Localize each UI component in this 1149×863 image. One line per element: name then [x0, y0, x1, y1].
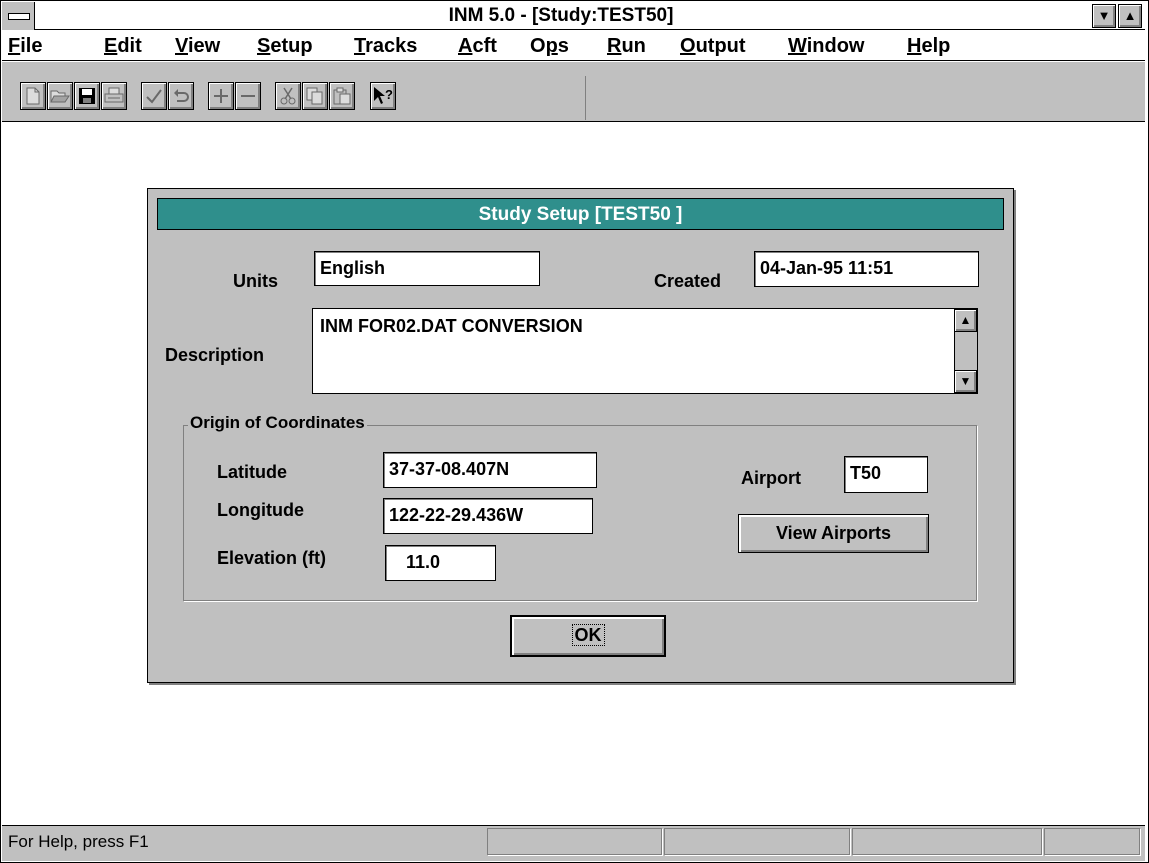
- status-text: For Help, press F1: [8, 832, 149, 851]
- save-icon[interactable]: [74, 82, 100, 110]
- window-title: INM 5.0 - [Study:TEST50]: [448, 5, 674, 26]
- created-label: Created: [654, 271, 722, 291]
- origin-group-label: Origin of Coordinates: [188, 413, 367, 433]
- paste-icon[interactable]: [329, 82, 355, 110]
- toolbar-divider: [585, 76, 586, 120]
- latitude-label: Latitude: [217, 462, 287, 482]
- undo-icon[interactable]: [168, 82, 194, 110]
- longitude-field[interactable]: 122-22-29.436W: [383, 498, 593, 534]
- scroll-down-icon[interactable]: ▼: [954, 370, 977, 393]
- menu-ops[interactable]: Ops: [530, 33, 569, 59]
- longitude-label: Longitude: [217, 500, 304, 520]
- status-panel: [852, 828, 1042, 855]
- elevation-field[interactable]: 11.0: [385, 545, 496, 581]
- elevation-label: Elevation (ft): [217, 548, 327, 568]
- menu-output[interactable]: Output: [680, 33, 746, 59]
- scroll-up-icon[interactable]: ▲: [954, 309, 977, 332]
- ok-button-label: OK: [571, 624, 605, 646]
- menu-view[interactable]: View: [175, 33, 220, 59]
- print-icon[interactable]: [101, 82, 127, 110]
- copy-icon[interactable]: [302, 82, 328, 110]
- cut-icon[interactable]: [275, 82, 301, 110]
- airport-field[interactable]: T50: [844, 456, 928, 493]
- menu-edit[interactable]: Edit: [104, 33, 142, 59]
- units-field[interactable]: English: [314, 251, 540, 286]
- units-label: Units: [233, 271, 278, 291]
- airport-label: Airport: [741, 468, 801, 488]
- created-field[interactable]: 04-Jan-95 11:51: [754, 251, 979, 287]
- menu-tracks[interactable]: Tracks: [354, 33, 417, 59]
- status-panel: [1044, 828, 1140, 855]
- system-menu-icon[interactable]: [2, 2, 35, 30]
- latitude-field[interactable]: 37-37-08.407N: [383, 452, 597, 488]
- minimize-button[interactable]: ▼: [1092, 4, 1116, 28]
- svg-text:?: ?: [385, 87, 393, 102]
- status-panel: [664, 828, 850, 855]
- menu-run[interactable]: Run: [607, 33, 646, 59]
- ok-button[interactable]: OK: [510, 615, 666, 657]
- status-panel: [487, 828, 662, 855]
- menu-window[interactable]: Window: [788, 33, 864, 59]
- add-icon[interactable]: [208, 82, 234, 110]
- menu-setup[interactable]: Setup: [257, 33, 313, 59]
- menu-file[interactable]: File: [8, 33, 42, 59]
- new-icon[interactable]: [20, 82, 46, 110]
- menu-bar: [2, 31, 1145, 61]
- open-icon[interactable]: [47, 82, 73, 110]
- view-airports-button[interactable]: View Airports: [738, 514, 929, 553]
- dialog-title[interactable]: Study Setup [TEST50 ]: [157, 198, 1004, 230]
- menu-help[interactable]: Help: [907, 33, 950, 59]
- context-help-icon[interactable]: ?: [370, 82, 396, 110]
- check-icon[interactable]: [141, 82, 167, 110]
- remove-icon[interactable]: [235, 82, 261, 110]
- description-label: Description: [165, 345, 265, 365]
- maximize-button[interactable]: ▲: [1118, 4, 1142, 28]
- menu-acft[interactable]: Acft: [458, 33, 497, 59]
- description-text: INM FOR02.DAT CONVERSION: [320, 316, 583, 336]
